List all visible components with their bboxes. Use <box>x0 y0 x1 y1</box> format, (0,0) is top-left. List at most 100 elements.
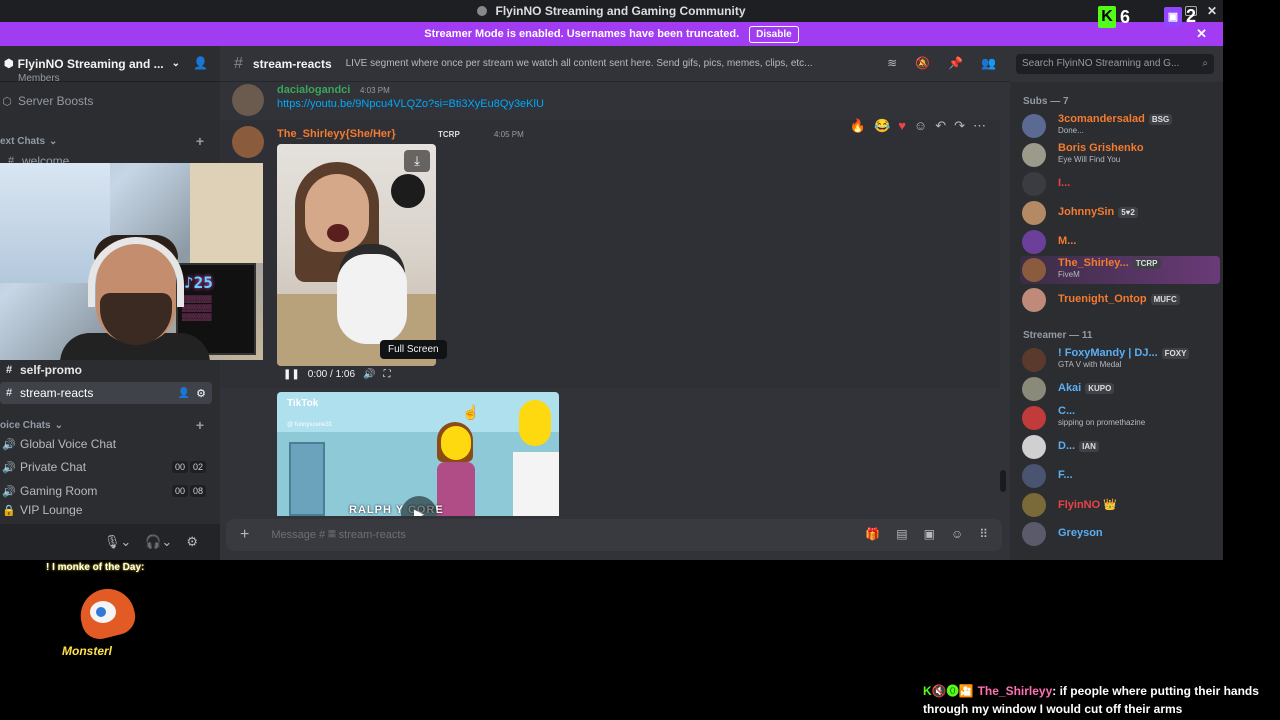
member-item[interactable]: F... <box>1020 462 1220 490</box>
speaker-icon: 🔊 <box>2 461 16 474</box>
voice-channel-vip[interactable]: 🔒 VIP Lounge <box>0 504 220 516</box>
member-item[interactable]: C... sipping on promethazine <box>1020 404 1220 432</box>
member-item[interactable]: Greyson <box>1020 520 1220 548</box>
fullscreen-icon[interactable]: ⛶ <box>383 369 390 380</box>
message-author[interactable]: dacialogandci <box>277 84 350 96</box>
voice-user-count: 00 08 <box>171 485 206 497</box>
avatar[interactable] <box>232 126 264 158</box>
member-tag: KUPO <box>1085 383 1115 394</box>
channel-stream-reacts[interactable]: # stream-reacts 👤 ⚙ <box>0 382 212 404</box>
member-item[interactable]: Akai KUPO <box>1020 375 1220 403</box>
sticker-icon[interactable]: ▣ <box>924 527 935 541</box>
member-name: Truenight_Ontop MUFC <box>1058 293 1180 305</box>
member-tag: MUFC <box>1150 294 1180 305</box>
member-item[interactable]: The_Shirley... TCRP FiveM <box>1020 256 1220 284</box>
member-group-subs: Subs — 7 <box>1023 96 1069 107</box>
volume-icon[interactable]: 🔊 <box>363 369 375 380</box>
tiktok-handle: @ funnyscene31 <box>287 422 333 428</box>
disable-streamer-mode-button[interactable]: Disable <box>749 25 799 43</box>
member-name: D... IAN <box>1058 440 1099 452</box>
emoji-icon[interactable]: ☺ <box>951 527 963 541</box>
laugh-reaction-icon[interactable]: 😂 <box>874 118 890 134</box>
member-item[interactable]: ! FoxyMandy | DJ... FOXY GTA V with Medal <box>1020 346 1220 374</box>
headphones-icon[interactable]: 🎧⌄ <box>145 534 172 550</box>
member-item[interactable]: FlyinNO 👑 <box>1020 491 1220 519</box>
member-item[interactable]: D... IAN <box>1020 433 1220 461</box>
speaker-icon: 🔊 <box>2 485 16 498</box>
reply-icon[interactable]: ↶ <box>935 118 946 134</box>
avatar[interactable] <box>232 84 264 116</box>
count-current: 00 <box>171 485 188 497</box>
member-item[interactable]: M... <box>1020 228 1220 256</box>
channel-topic[interactable]: LIVE segment where once per stream we wa… <box>346 58 851 69</box>
banner-close-icon[interactable]: ✕ <box>1196 26 1207 42</box>
message-link[interactable]: https://youtu.be/9Npcu4VLQZo?si=Bti3XyEu… <box>277 98 544 110</box>
add-channel-icon[interactable]: + <box>196 417 204 433</box>
member-name: FlyinNO 👑 <box>1058 499 1117 511</box>
search-input[interactable]: Search FlyinNO Streaming and G... ⌕ <box>1016 54 1214 74</box>
sidebar-server-boosts[interactable]: ⬡ Server Boosts <box>0 90 220 112</box>
member-name-text: The_Shirley... <box>1058 257 1129 269</box>
add-reaction-icon[interactable]: ☺ <box>914 118 927 134</box>
member-name: ! FoxyMandy | DJ... FOXY <box>1058 347 1190 359</box>
add-channel-icon[interactable]: + <box>196 133 204 149</box>
add-attachment-icon[interactable]: + <box>240 526 249 544</box>
message-input[interactable]: Message # 𝄜 stream-reacts <box>271 529 406 542</box>
member-item[interactable]: JohnnySin 5♥2 <box>1020 199 1220 227</box>
microphone-icon[interactable]: 🎙⌄ <box>104 534 131 550</box>
category-text-chats[interactable]: ext Chats ⌄ + <box>0 130 220 152</box>
lock-icon: 🔒 <box>2 504 16 517</box>
message-composer[interactable]: + Message # 𝄜 stream-reacts 🎁 ▤ ▣ ☺ ⠿ <box>226 519 1002 551</box>
voice-channel-private[interactable]: 🔊 Private Chat 00 02 <box>0 456 220 478</box>
voice-channel-global[interactable]: 🔊 Global Voice Chat <box>0 433 220 455</box>
message-timestamp: 4:05 PM <box>494 130 524 139</box>
gift-icon[interactable]: 🎁 <box>865 527 880 541</box>
pause-icon[interactable]: ❚❚ <box>283 369 300 380</box>
threads-icon[interactable]: ≋ <box>887 56 897 70</box>
category-text-label: ext Chats <box>0 135 46 147</box>
emote-shape <box>96 607 106 617</box>
avatar <box>1022 377 1046 401</box>
avatar <box>1022 348 1046 372</box>
sidebar-members-link[interactable]: Members <box>0 72 220 84</box>
member-list: Subs — 7 3comandersalad BSG Done... Boris… <box>1010 82 1223 560</box>
download-icon[interactable]: ⤓ <box>404 150 430 172</box>
member-item[interactable]: 3comandersalad BSG Done... <box>1020 112 1220 140</box>
scrollbar[interactable] <box>1000 470 1006 492</box>
gear-icon[interactable]: ⚙ <box>196 387 206 400</box>
member-name-text: D... <box>1058 440 1076 452</box>
video-attachment[interactable]: TikTok @ funnyscene31 RALPH Y CORE ▶ <box>277 392 559 516</box>
heart-reaction-icon[interactable]: ♥ <box>898 118 906 134</box>
video-time: 0:00 / 1:06 <box>307 368 356 380</box>
server-logo-icon <box>477 6 488 16</box>
voice-channel-label: VIP Lounge <box>20 504 83 516</box>
message-author[interactable]: The_Shirleyy{She/Her} <box>277 128 396 140</box>
member-item[interactable]: Boris Grishenko Eye Will Find You <box>1020 141 1220 169</box>
count-limit: 02 <box>189 461 206 473</box>
mouse-cursor-icon: ☝ <box>462 404 480 420</box>
forward-icon[interactable]: ↷ <box>954 118 965 134</box>
fire-reaction-icon[interactable]: 🔥 <box>850 118 866 134</box>
message-list: dacialogandci 4:03 PM https://youtu.be/9… <box>220 82 1010 516</box>
monke-name: Monsterl <box>62 644 113 658</box>
apps-icon[interactable]: ⠿ <box>979 527 988 541</box>
more-options-icon[interactable]: ⋯ <box>973 118 986 134</box>
count-current: 00 <box>171 461 188 473</box>
video-attachment[interactable]: ⤓ <box>277 144 436 366</box>
close-window-icon[interactable]: ✕ <box>1207 4 1217 18</box>
channel-self-promo[interactable]: # self-promo <box>0 359 220 381</box>
member-item[interactable]: I... <box>1020 170 1220 198</box>
video-frame <box>513 392 559 516</box>
avatar <box>1022 522 1046 546</box>
pin-icon[interactable]: 📌 <box>948 56 963 70</box>
member-list-icon[interactable]: 👥 <box>981 56 996 70</box>
webcam-shelf <box>190 163 263 263</box>
gif-icon[interactable]: ▤ <box>896 527 907 541</box>
voice-channel-gaming[interactable]: 🔊 Gaming Room 00 08 <box>0 480 220 502</box>
create-invite-icon[interactable]: 👤 <box>178 388 190 399</box>
invite-people-icon[interactable]: 👤 <box>193 56 208 70</box>
notification-bell-icon[interactable]: 🔕 <box>915 56 930 70</box>
member-item[interactable]: Truenight_Ontop MUFC <box>1020 286 1220 314</box>
video-frame <box>513 452 559 516</box>
user-settings-icon[interactable]: ⚙ <box>186 534 198 550</box>
